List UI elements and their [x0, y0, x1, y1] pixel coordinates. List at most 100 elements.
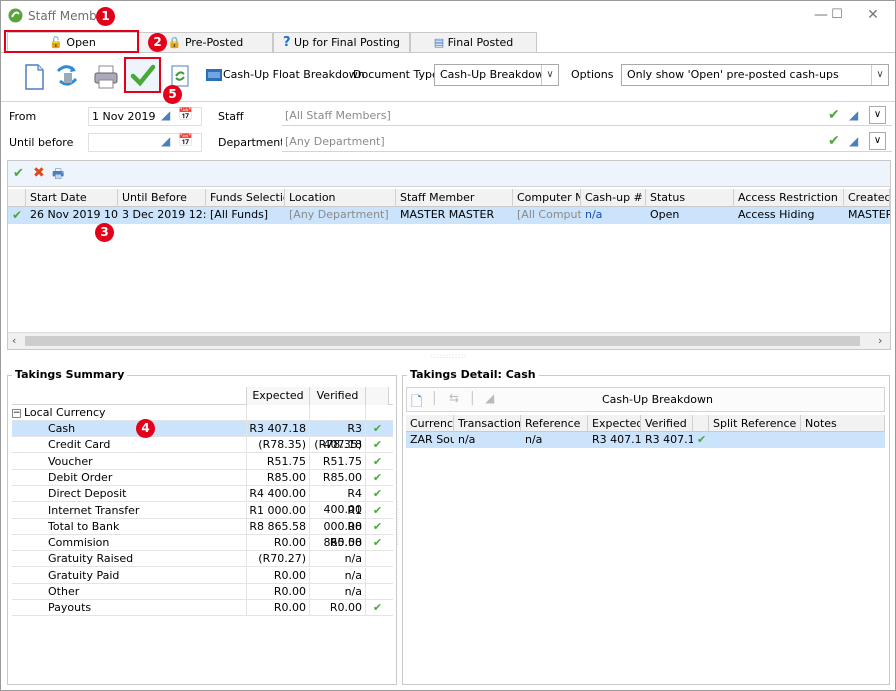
- column-staff-member[interactable]: Staff Member: [396, 189, 513, 207]
- eraser-icon[interactable]: ◢: [161, 108, 170, 122]
- maximize-button[interactable]: ☐: [827, 7, 847, 22]
- column-verified[interactable]: Verified: [309, 387, 365, 405]
- eraser-icon[interactable]: ◢: [161, 134, 170, 148]
- collapse-icon[interactable]: −: [12, 408, 21, 418]
- tab-final-posted[interactable]: ▤ Final Posted: [410, 32, 537, 52]
- column-reference[interactable]: Reference: [521, 415, 588, 432]
- options-select[interactable]: Only show 'Open' pre-posted cash-ups ∨: [621, 64, 889, 86]
- column-currency[interactable]: Currency: [406, 415, 454, 432]
- checkmark-icon: ✔: [365, 421, 389, 437]
- summary-row[interactable]: Other R0.00 n/a: [12, 584, 393, 600]
- table-row[interactable]: ZAR South n/a n/a R3 407.18 R3 407.18 ✔: [406, 432, 885, 448]
- summary-row-name: Payouts: [48, 601, 92, 615]
- staff-value: [All Staff Members]: [285, 109, 391, 122]
- summary-row[interactable]: Total to Bank R8 865.58 R8 865.58 ✔: [12, 518, 393, 549]
- summary-row[interactable]: Commision R0.00 R0.00 ✔: [12, 535, 393, 552]
- checkmark-icon: ✔: [365, 518, 389, 535]
- summary-row-name: Credit Card: [48, 438, 111, 452]
- summary-row[interactable]: Gratuity Raised (R70.27) n/a: [12, 551, 393, 568]
- checkmark-icon: [365, 567, 389, 584]
- summary-row-verified: R1 000.00: [309, 502, 365, 533]
- calendar-icon[interactable]: 📅: [178, 133, 193, 147]
- print-icon[interactable]: 🖶: [52, 165, 64, 187]
- summary-row-name: Direct Deposit: [48, 487, 127, 501]
- column-status[interactable]: Status: [646, 189, 734, 207]
- from-date-value: 1 Nov 2019: [92, 110, 156, 123]
- column-funds-selection[interactable]: Funds Selection: [206, 189, 285, 207]
- tab-pre-posted-label: Pre-Posted: [184, 36, 244, 49]
- eraser-icon[interactable]: ◢: [849, 134, 858, 148]
- summary-row-expected: R8 865.58: [246, 518, 309, 535]
- close-button[interactable]: ✕: [863, 7, 883, 23]
- splitter-handle[interactable]: ::::::::::::: [425, 354, 473, 363]
- column-start-date[interactable]: Start Date: [26, 189, 118, 207]
- chevron-down-icon: ∨: [871, 65, 888, 85]
- eraser-icon[interactable]: ◢: [849, 108, 858, 122]
- table-row[interactable]: ✔ 26 Nov 2019 10:21 3 Dec 2019 12:53 [Al…: [8, 207, 890, 224]
- column-cashup-number[interactable]: Cash-up #: [581, 189, 646, 207]
- vertical-splitter-handle[interactable]: :::::::::: [395, 501, 401, 551]
- new-document-icon[interactable]: 🗋: [411, 391, 422, 415]
- summary-row-expected: R0.00: [246, 600, 309, 617]
- refresh-arrows-icon[interactable]: ⇆: [449, 391, 459, 405]
- column-until-before[interactable]: Until Before: [118, 189, 206, 207]
- staff-dropdown-button[interactable]: ∨: [869, 106, 886, 124]
- new-document-icon[interactable]: [19, 62, 49, 92]
- checkmark-icon: ✔: [12, 208, 23, 222]
- column-access-restriction[interactable]: Access Restriction: [734, 189, 844, 207]
- scroll-left-icon[interactable]: ‹: [12, 334, 16, 347]
- toolbar-separator: |: [432, 390, 437, 406]
- column-location[interactable]: Location: [285, 189, 396, 207]
- callout-4: 4: [136, 419, 155, 438]
- column-computer-name[interactable]: Computer Name: [513, 189, 581, 207]
- summary-row[interactable]: Debit Order R85.00 R85.00 ✔: [12, 469, 393, 486]
- column-notes[interactable]: Notes: [801, 415, 885, 432]
- document-type-value: Cash-Up Breakdown: [440, 68, 552, 81]
- highlight-open-tab: [4, 30, 139, 53]
- column-transaction[interactable]: Transaction: [454, 415, 521, 432]
- staff-input[interactable]: [All Staff Members]: [282, 107, 822, 126]
- summary-row-expected: R0.00: [246, 567, 309, 584]
- checkmark-icon[interactable]: ✔: [828, 133, 840, 149]
- summary-row-expected: (R78.35): [246, 437, 309, 454]
- column-created[interactable]: Created: [844, 189, 890, 207]
- checkmark-icon[interactable]: ✔: [13, 166, 24, 181]
- cross-icon[interactable]: ✖: [33, 165, 45, 181]
- summary-row[interactable]: Voucher R51.75 R51.75 ✔: [12, 453, 393, 470]
- cell-notes: [801, 432, 885, 448]
- verify-button[interactable]: [124, 57, 161, 93]
- summary-row-verified: R4 400.00: [309, 486, 365, 516]
- department-label: Department: [218, 136, 285, 149]
- options-label: Options: [571, 68, 614, 81]
- checkmark-icon[interactable]: ✔: [828, 107, 840, 123]
- summary-row-verified: n/a: [309, 584, 365, 600]
- column-expected[interactable]: Expected: [246, 387, 309, 405]
- summary-row[interactable]: Gratuity Paid R0.00 n/a: [12, 567, 393, 584]
- summary-row[interactable]: Internet Transfer R1 000.00 R1 000.00 ✔: [12, 502, 393, 533]
- column-verified[interactable]: Verified: [641, 415, 693, 432]
- summary-row[interactable]: Payouts R0.00 R0.00 ✔: [12, 600, 393, 617]
- cell-staff-member: MASTER MASTER: [400, 208, 495, 221]
- eraser-icon[interactable]: ◢: [485, 391, 494, 405]
- summary-row-expected: R51.75: [246, 453, 309, 470]
- scroll-right-icon[interactable]: ›: [878, 334, 882, 347]
- summary-row[interactable]: Credit Card (R78.35) (R78.35) ✔: [12, 437, 393, 454]
- tab-up-for-final-posting[interactable]: ? Up for Final Posting: [273, 32, 410, 52]
- question-icon: ?: [282, 35, 291, 50]
- summary-row[interactable]: Direct Deposit R4 400.00 R4 400.00 ✔: [12, 486, 393, 516]
- cashup-float-breakdown-button[interactable]: Cash-Up Float Breakdown: [223, 67, 365, 83]
- app-logo-icon: [8, 8, 23, 23]
- scrollbar-thumb[interactable]: [25, 336, 860, 346]
- tree-group-local-currency[interactable]: − Local Currency: [12, 405, 393, 421]
- document-type-select[interactable]: Cash-Up Breakdown ∨: [434, 64, 559, 86]
- department-input[interactable]: [Any Department]: [282, 133, 822, 152]
- column-expected[interactable]: Expected: [588, 415, 641, 432]
- calendar-icon[interactable]: 📅: [178, 107, 193, 121]
- refresh-arrows-icon[interactable]: [52, 61, 82, 91]
- print-icon[interactable]: [91, 62, 121, 92]
- horizontal-scrollbar[interactable]: ‹ ›: [8, 332, 890, 349]
- checkmark-icon: ✔: [365, 437, 389, 454]
- column-split-reference[interactable]: Split Reference: [709, 415, 801, 432]
- summary-row[interactable]: Cash R3 407.18 R3 407.18 ✔: [12, 421, 393, 451]
- department-dropdown-button[interactable]: ∨: [869, 132, 886, 150]
